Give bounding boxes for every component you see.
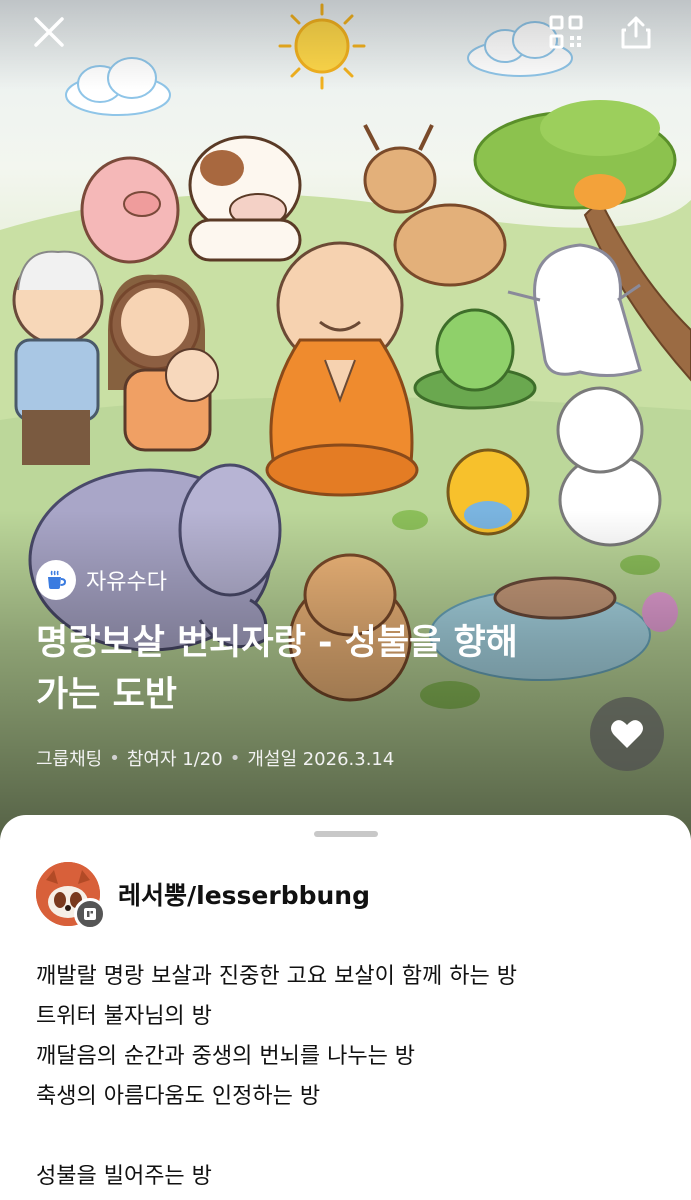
cow-illustration <box>188 135 302 262</box>
owner-badge-icon <box>74 898 106 930</box>
heart-icon <box>611 720 643 748</box>
qr-code-icon <box>549 15 583 49</box>
separator-dot: • <box>229 747 241 769</box>
description-line: 트위터 불자님의 방 <box>36 1004 212 1029</box>
description-line <box>36 1117 656 1157</box>
separator-dot: • <box>109 747 120 769</box>
close-icon <box>34 17 64 47</box>
pig-illustration <box>80 156 180 264</box>
room-meta: 그룹채팅 • 참여자 1/20 • 개설일 2026.3.14 <box>36 745 394 771</box>
category-tag[interactable]: 자유수다 <box>36 560 167 600</box>
avatar[interactable] <box>36 862 106 930</box>
chat-room-title: 명랑보살 번뇌자랑 - 성불을 향해가는 도반 <box>36 623 518 715</box>
info-sheet: 레서뿡/lesserbbung 깨발랄 명랑 보살과 진중한 고요 보살이 함께… <box>0 815 691 1200</box>
description-line: 성불을 빌어주는 방 <box>36 1164 212 1189</box>
owner-profile[interactable]: 레서뿡/lesserbbung <box>36 862 370 930</box>
description-line: 축생의 아름다움도 인정하는 방 <box>36 1084 321 1109</box>
participant-count: 참여자 1/20 <box>126 749 223 770</box>
monk-illustration <box>265 241 419 497</box>
share-button[interactable] <box>614 10 658 54</box>
owner-name: 레서뿡/lesserbbung <box>118 881 370 910</box>
room-description: 깨발랄 명랑 보살과 진중한 고요 보살이 함께 하는 방 트위터 불자님의 방… <box>36 957 656 1197</box>
grandfather-illustration <box>12 250 104 465</box>
category-label: 자유수다 <box>86 570 167 595</box>
close-button[interactable] <box>27 10 71 54</box>
coffee-cup-icon <box>36 560 76 600</box>
drag-handle[interactable] <box>314 831 378 837</box>
open-date: 개설일 2026.3.14 <box>247 749 395 770</box>
description-line: 깨달음의 순간과 중생의 번뇌를 나누는 방 <box>36 1044 416 1069</box>
qr-code-button[interactable] <box>544 10 588 54</box>
room-type: 그룹채팅 <box>36 749 103 770</box>
like-button[interactable] <box>590 697 664 771</box>
share-icon <box>621 16 651 49</box>
description-line: 깨발랄 명랑 보살과 진중한 고요 보살이 함께 하는 방 <box>36 964 517 989</box>
